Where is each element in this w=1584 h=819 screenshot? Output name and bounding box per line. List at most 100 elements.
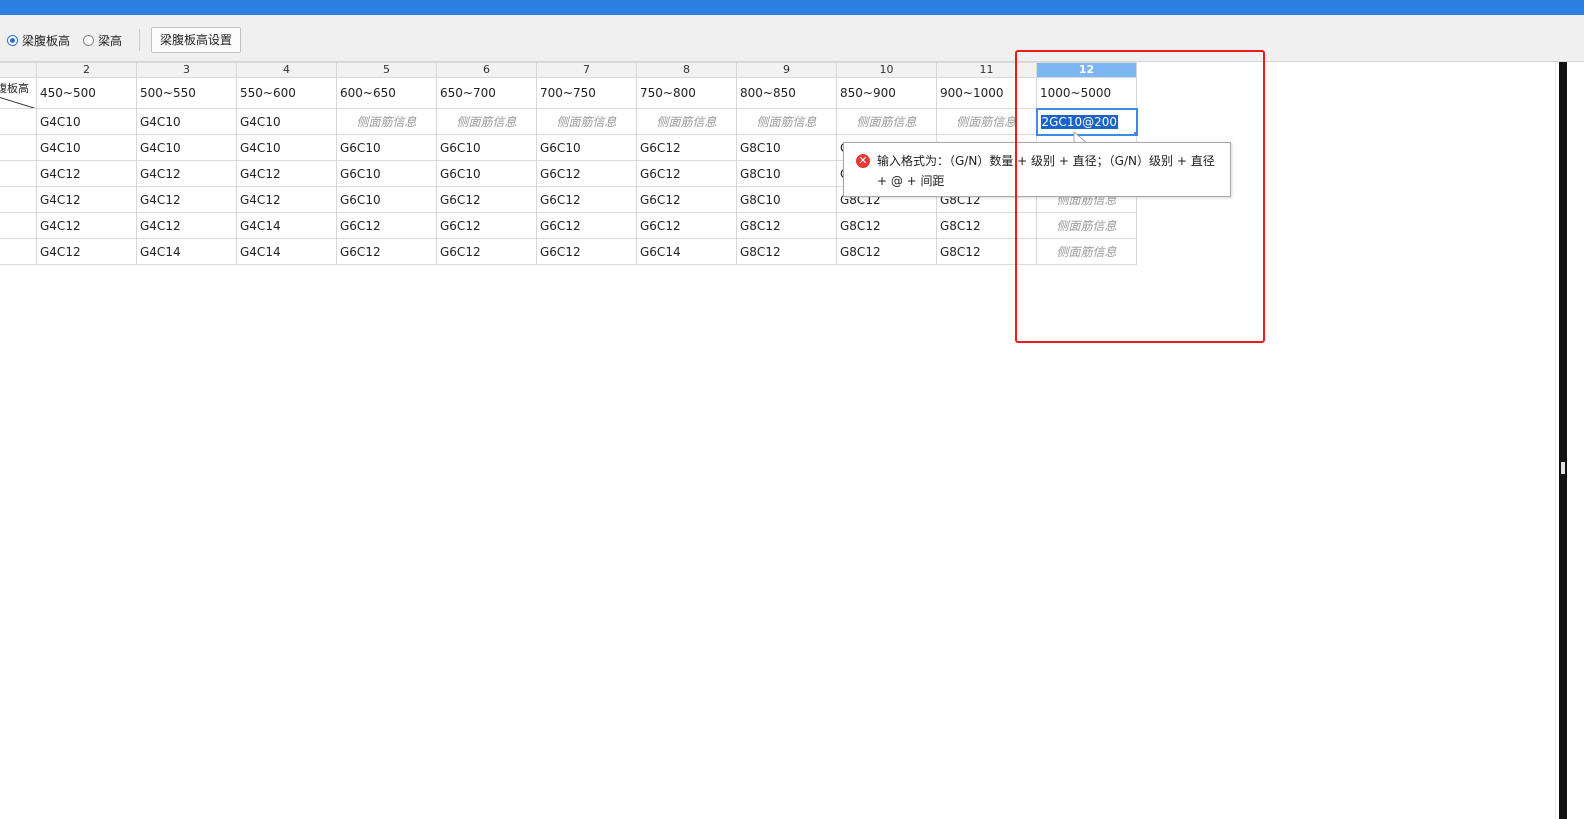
- rebar-cell[interactable]: G6C12: [536, 238, 637, 265]
- error-icon: ✕: [856, 154, 870, 168]
- placeholder-cell[interactable]: 侧面筋信息: [1036, 238, 1137, 265]
- fill-handle[interactable]: [1133, 131, 1135, 133]
- rebar-cell[interactable]: G6C10: [336, 134, 437, 161]
- column-header-3[interactable]: 3: [136, 62, 237, 78]
- height-range-cell[interactable]: 700~750: [536, 77, 637, 109]
- column-header-11[interactable]: 11: [936, 62, 1037, 78]
- rebar-cell[interactable]: [0, 186, 37, 213]
- rebar-cell[interactable]: G4C12: [236, 186, 337, 213]
- rebar-cell[interactable]: G8C12: [936, 212, 1037, 239]
- rebar-cell[interactable]: G6C10: [436, 160, 537, 187]
- height-range-cell[interactable]: 500~550: [136, 77, 237, 109]
- rebar-cell[interactable]: [0, 160, 37, 187]
- height-range-cell[interactable]: 800~850: [736, 77, 837, 109]
- rebar-cell[interactable]: G6C10: [436, 134, 537, 161]
- rebar-cell[interactable]: G6C12: [536, 160, 637, 187]
- rebar-cell[interactable]: G4C12: [36, 238, 137, 265]
- rebar-cell[interactable]: G6C12: [436, 212, 537, 239]
- placeholder-cell[interactable]: 侧面筋信息: [936, 108, 1037, 135]
- height-range-cell[interactable]: 1000~5000: [1036, 77, 1137, 109]
- column-header-2[interactable]: 2: [36, 62, 137, 78]
- rebar-cell[interactable]: [0, 238, 37, 265]
- rebar-cell[interactable]: G4C10: [36, 134, 137, 161]
- toolbar-separator: [139, 29, 140, 51]
- rebar-cell[interactable]: G6C14: [636, 238, 737, 265]
- rebar-cell[interactable]: G4C12: [36, 186, 137, 213]
- corner-header-cell[interactable]: 腹板高: [0, 77, 37, 109]
- radio-beam-height[interactable]: 梁高: [83, 32, 122, 48]
- radio-web-height-label: 梁腹板高: [22, 33, 71, 48]
- scrollbar-thumb[interactable]: [1561, 462, 1565, 474]
- column-header-12[interactable]: 12: [1036, 62, 1137, 78]
- rebar-cell[interactable]: G6C12: [336, 238, 437, 265]
- rebar-cell[interactable]: G6C12: [636, 160, 737, 187]
- height-range-cell[interactable]: 650~700: [436, 77, 537, 109]
- selected-input-text[interactable]: 2GC10@200: [1040, 114, 1118, 129]
- height-range-cell[interactable]: 850~900: [836, 77, 937, 109]
- column-header-9[interactable]: 9: [736, 62, 837, 78]
- height-range-cell[interactable]: 750~800: [636, 77, 737, 109]
- rebar-cell[interactable]: [0, 134, 37, 161]
- rebar-cell[interactable]: G4C12: [36, 212, 137, 239]
- placeholder-cell[interactable]: 侧面筋信息: [536, 108, 637, 135]
- rebar-cell[interactable]: G8C12: [836, 238, 937, 265]
- rebar-cell[interactable]: G6C12: [636, 134, 737, 161]
- height-range-cell[interactable]: 600~650: [336, 77, 437, 109]
- column-header-7[interactable]: 7: [536, 62, 637, 78]
- rebar-cell[interactable]: G4C10: [136, 108, 237, 135]
- radio-web-height[interactable]: 梁腹板高: [7, 32, 70, 48]
- rebar-cell[interactable]: G6C12: [536, 186, 637, 213]
- column-header-10[interactable]: 10: [836, 62, 937, 78]
- rebar-cell[interactable]: G4C12: [236, 160, 337, 187]
- height-range-row: 腹板高 450~500500~550550~600600~650650~70070…: [0, 77, 1137, 109]
- column-header-8[interactable]: 8: [636, 62, 737, 78]
- radio-checked-icon: [7, 34, 18, 46]
- web-height-settings-button[interactable]: 梁腹板高设置: [151, 27, 242, 53]
- rebar-cell[interactable]: G4C14: [236, 212, 337, 239]
- rebar-cell[interactable]: G4C12: [136, 160, 237, 187]
- rebar-cell[interactable]: G8C12: [836, 212, 937, 239]
- rebar-cell[interactable]: G6C12: [436, 238, 537, 265]
- rebar-cell[interactable]: [0, 108, 37, 135]
- placeholder-cell[interactable]: 侧面筋信息: [736, 108, 837, 135]
- rebar-cell[interactable]: G8C10: [736, 160, 837, 187]
- rebar-cell[interactable]: G6C12: [336, 212, 437, 239]
- placeholder-cell[interactable]: 侧面筋信息: [436, 108, 537, 135]
- placeholder-cell[interactable]: 侧面筋信息: [1036, 212, 1137, 239]
- rebar-cell[interactable]: G4C10: [136, 134, 237, 161]
- rebar-cell[interactable]: G6C12: [536, 212, 637, 239]
- height-range-cell[interactable]: 450~500: [36, 77, 137, 109]
- column-header-6[interactable]: 6: [436, 62, 537, 78]
- rebar-cell[interactable]: G4C12: [136, 186, 237, 213]
- rebar-cell[interactable]: G4C14: [236, 238, 337, 265]
- vertical-scrollbar[interactable]: [1555, 62, 1584, 819]
- window-titlebar: [0, 0, 1584, 15]
- height-range-cell[interactable]: 550~600: [236, 77, 337, 109]
- placeholder-cell[interactable]: 侧面筋信息: [336, 108, 437, 135]
- rebar-cell[interactable]: G6C10: [536, 134, 637, 161]
- placeholder-cell[interactable]: 侧面筋信息: [636, 108, 737, 135]
- rebar-cell[interactable]: G8C12: [936, 238, 1037, 265]
- rebar-cell[interactable]: G8C12: [736, 212, 837, 239]
- rebar-cell[interactable]: G4C14: [136, 238, 237, 265]
- column-header-1[interactable]: 1: [0, 62, 37, 78]
- rebar-cell[interactable]: G8C10: [736, 186, 837, 213]
- height-range-cell[interactable]: 900~1000: [936, 77, 1037, 109]
- placeholder-cell[interactable]: 侧面筋信息: [836, 108, 937, 135]
- rebar-cell[interactable]: G6C10: [336, 160, 437, 187]
- column-header-4[interactable]: 4: [236, 62, 337, 78]
- rebar-cell[interactable]: G6C12: [636, 186, 737, 213]
- rebar-cell[interactable]: G6C12: [636, 212, 737, 239]
- rebar-cell[interactable]: G4C10: [236, 134, 337, 161]
- rebar-cell[interactable]: G4C10: [236, 108, 337, 135]
- rebar-cell[interactable]: G6C10: [336, 186, 437, 213]
- rebar-cell[interactable]: G4C12: [136, 212, 237, 239]
- column-header-5[interactable]: 5: [336, 62, 437, 78]
- editing-cell[interactable]: 2GC10@200: [1035, 107, 1138, 136]
- rebar-cell[interactable]: G4C10: [36, 108, 137, 135]
- rebar-cell[interactable]: G8C10: [736, 134, 837, 161]
- rebar-cell[interactable]: G6C12: [436, 186, 537, 213]
- rebar-cell[interactable]: G8C12: [736, 238, 837, 265]
- rebar-cell[interactable]: G4C12: [36, 160, 137, 187]
- rebar-cell[interactable]: [0, 212, 37, 239]
